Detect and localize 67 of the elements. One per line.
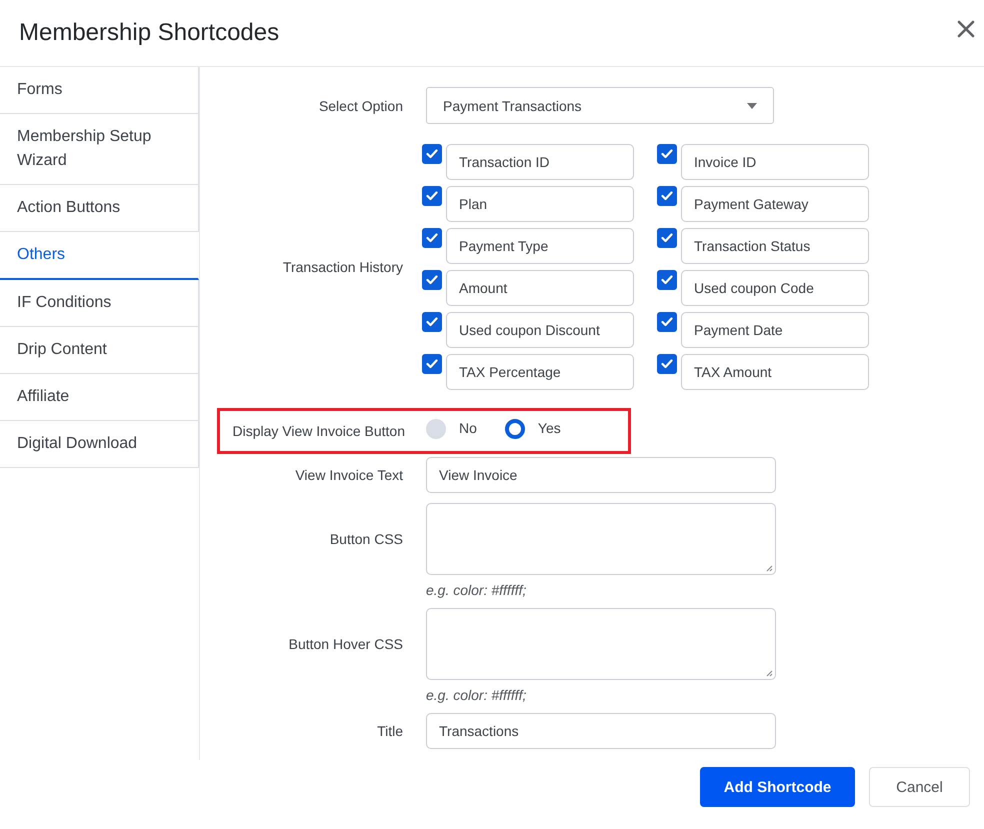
check-icon <box>426 275 438 285</box>
input-field[interactable]: TAX Amount <box>681 354 869 390</box>
cancel-button[interactable]: Cancel <box>869 767 970 807</box>
check-icon <box>661 275 673 285</box>
resize-handle-icon[interactable] <box>765 564 773 572</box>
field-label: Select Option <box>318 98 404 114</box>
checkbox[interactable] <box>657 144 677 164</box>
input-field[interactable]: Plan <box>446 186 634 222</box>
close-icon[interactable] <box>957 20 975 38</box>
input-field[interactable]: Payment Type <box>446 228 634 264</box>
sidebar-item[interactable]: Drip Content <box>0 327 199 374</box>
input-field[interactable]: View Invoice <box>426 457 776 493</box>
checkbox[interactable] <box>657 270 677 290</box>
sidebar-item[interactable]: IF Conditions <box>0 280 199 327</box>
check-icon <box>426 317 438 327</box>
check-icon <box>426 233 438 243</box>
check-icon <box>661 191 673 201</box>
checkbox[interactable] <box>422 270 442 290</box>
checkbox[interactable] <box>657 312 677 332</box>
radio-label: No <box>459 420 477 436</box>
check-icon <box>661 233 673 243</box>
hint-text: e.g. color: #ffffff; <box>426 582 528 598</box>
hint-text: e.g. color: #ffffff; <box>426 687 528 703</box>
checkbox[interactable] <box>422 312 442 332</box>
checkbox[interactable] <box>422 186 442 206</box>
input-field[interactable]: Used coupon Code <box>681 270 869 306</box>
checkbox[interactable] <box>422 354 442 374</box>
sidebar-item[interactable]: Action Buttons <box>0 185 199 232</box>
check-icon <box>661 359 673 369</box>
field-label: Display View Invoice Button <box>232 423 406 439</box>
field-label: Transaction History <box>282 259 404 275</box>
add-shortcode-button[interactable]: Add Shortcode <box>700 767 855 807</box>
select-dropdown[interactable]: Payment Transactions <box>426 87 774 124</box>
input-field[interactable]: Transaction ID <box>446 144 634 180</box>
resize-handle-icon[interactable] <box>765 669 773 677</box>
checkbox[interactable] <box>657 354 677 374</box>
input-field[interactable]: Transactions <box>426 713 776 749</box>
radio-button[interactable] <box>426 419 446 439</box>
sidebar-item[interactable]: Affiliate <box>0 374 199 421</box>
check-icon <box>426 149 438 159</box>
sidebar-item[interactable]: Forms <box>0 67 199 114</box>
input-field[interactable]: Invoice ID <box>681 144 869 180</box>
input-field[interactable]: Payment Date <box>681 312 869 348</box>
field-label: Title <box>376 723 404 739</box>
check-icon <box>426 359 438 369</box>
caret-icon <box>747 102 757 108</box>
check-icon <box>426 191 438 201</box>
field-label: Button CSS <box>328 530 404 549</box>
radio-button[interactable] <box>504 419 525 439</box>
input-field[interactable]: Used coupon Discount <box>446 312 634 348</box>
checkbox[interactable] <box>657 186 677 206</box>
check-icon <box>661 149 673 159</box>
sidebar-item[interactable]: Others <box>0 232 199 280</box>
field-label: Button Hover CSS <box>288 635 404 654</box>
input-field[interactable]: Payment Gateway <box>681 186 869 222</box>
check-icon <box>661 317 673 327</box>
sidebar-item[interactable]: Membership Setup Wizard <box>0 114 199 185</box>
sidebar-item[interactable]: Digital Download <box>0 421 199 468</box>
checkbox[interactable] <box>422 228 442 248</box>
checkbox[interactable] <box>422 144 442 164</box>
checkbox[interactable] <box>657 228 677 248</box>
input-field[interactable]: TAX Percentage <box>446 354 634 390</box>
input-field[interactable]: Transaction Status <box>681 228 869 264</box>
dialog-title: Membership Shortcodes <box>19 19 280 47</box>
radio-label: Yes <box>538 420 561 436</box>
field-label: View Invoice Text <box>294 467 404 483</box>
input-field[interactable]: Amount <box>446 270 634 306</box>
